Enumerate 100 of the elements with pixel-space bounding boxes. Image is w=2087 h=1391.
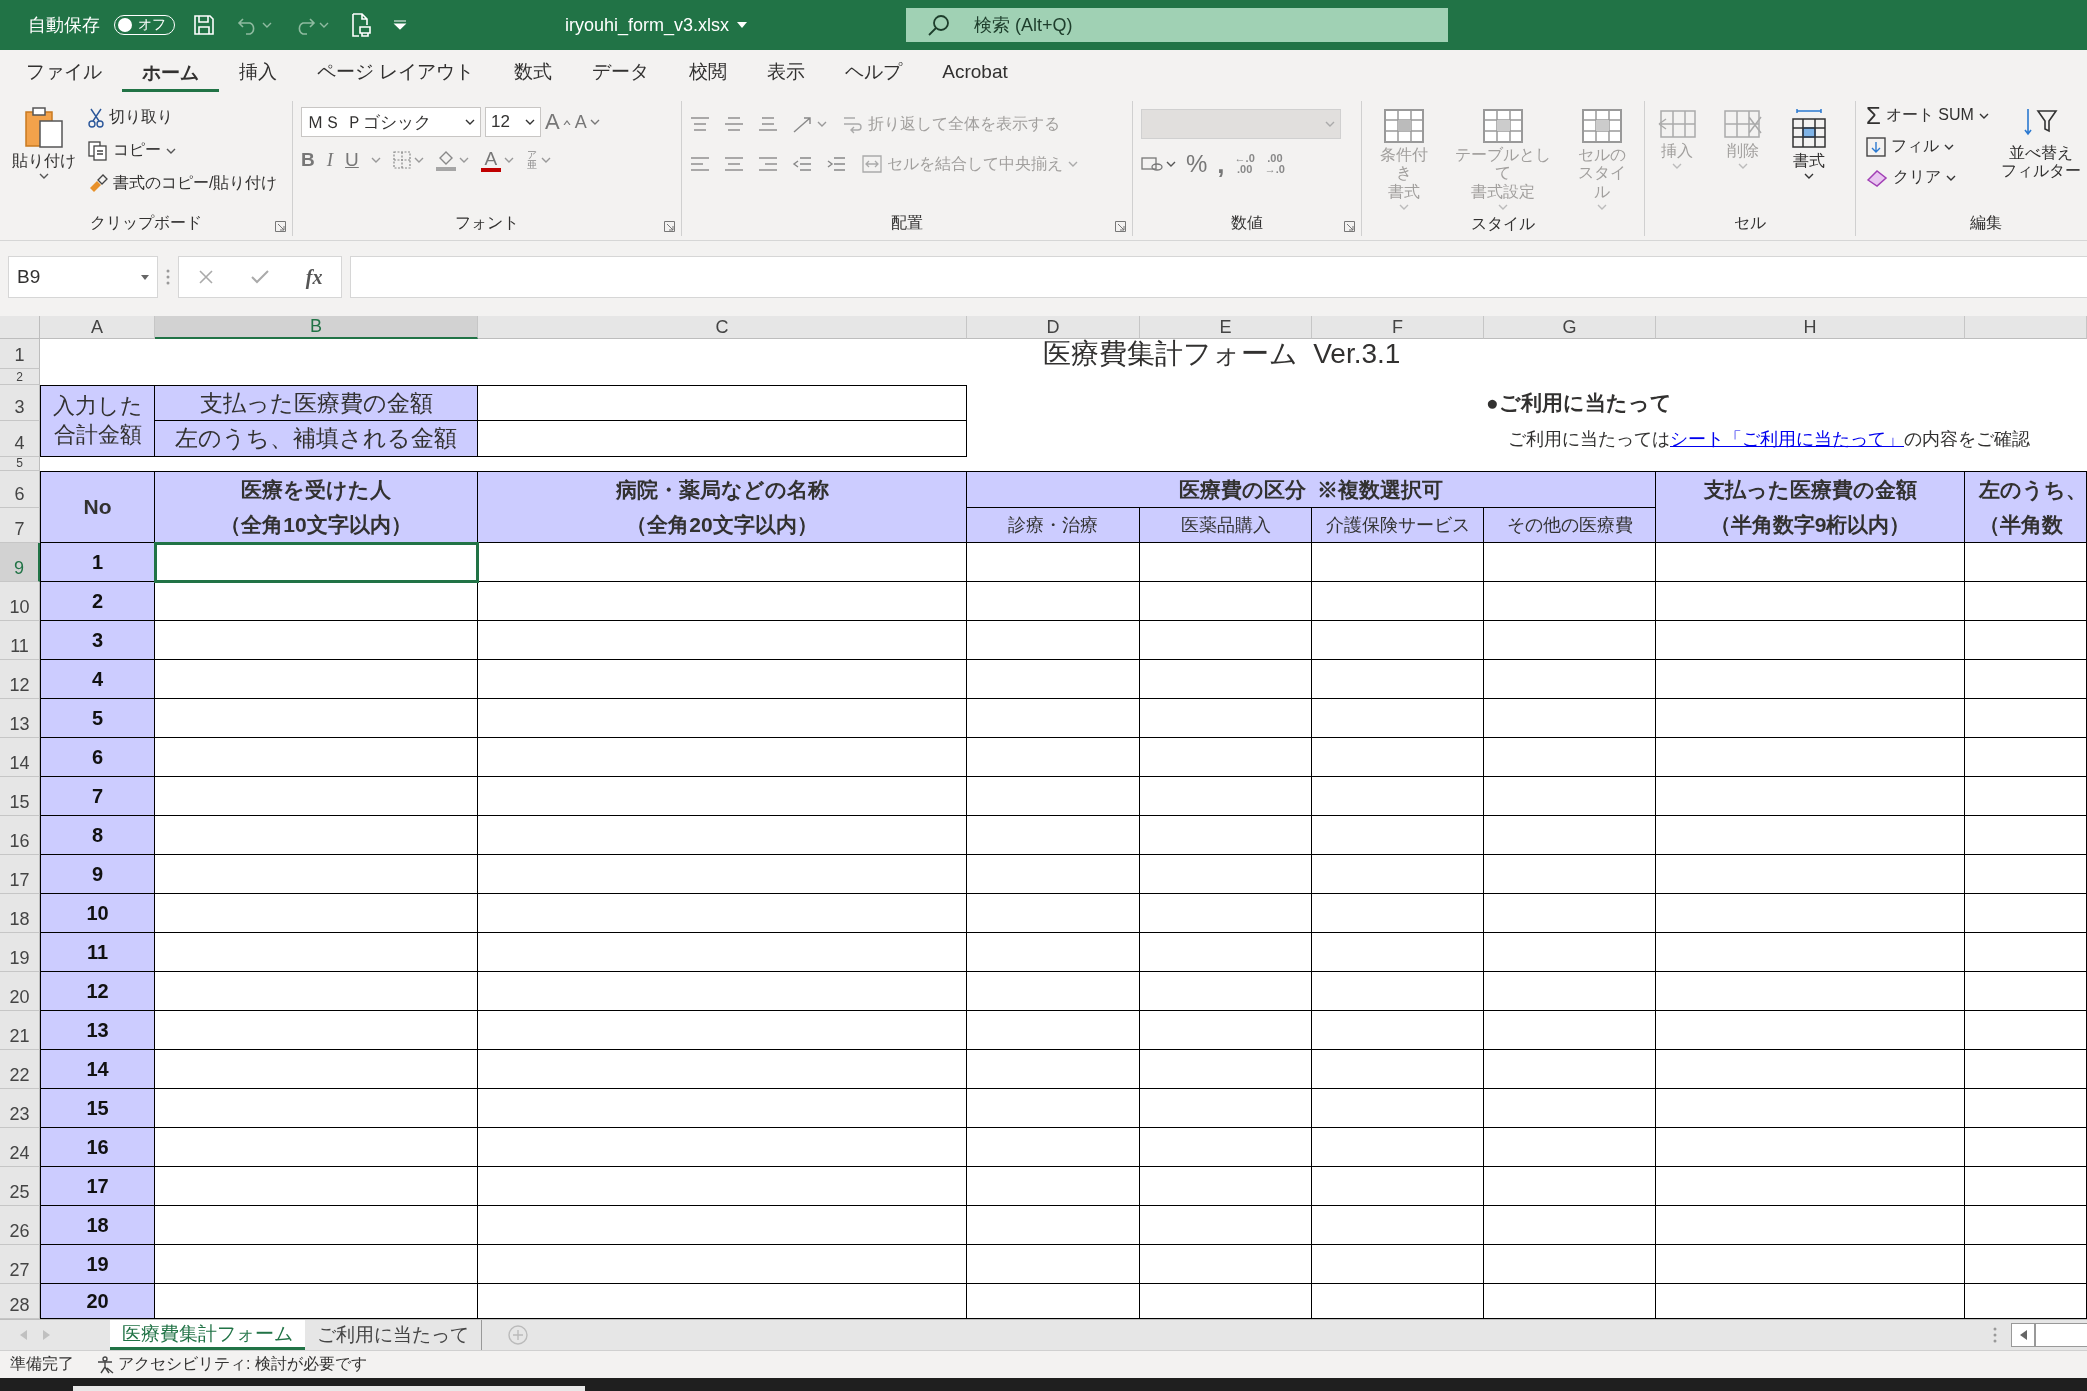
sort-filter-button[interactable]: 並べ替え フィルター xyxy=(1996,101,2085,183)
column-header[interactable]: E xyxy=(1140,316,1312,339)
row-header: 18 xyxy=(0,894,40,933)
table-cell: 左のうち、補填される金額 xyxy=(155,421,478,457)
clear-button[interactable]: クリア xyxy=(1864,163,1991,192)
ribbon-tab[interactable]: 挿入 xyxy=(219,52,297,93)
table-cell: 20 xyxy=(40,1284,155,1319)
column-header[interactable]: A xyxy=(40,316,155,339)
row-header: 15 xyxy=(0,777,40,816)
horizontal-scrollbar[interactable] xyxy=(2035,1323,2087,1347)
right-arrow-icon xyxy=(43,1330,50,1340)
percent-button[interactable]: % xyxy=(1186,150,1208,178)
table-format-icon xyxy=(1483,109,1523,143)
group-label: 編集 xyxy=(1970,212,2002,233)
dialog-launcher-icon xyxy=(664,221,675,232)
column-header[interactable] xyxy=(1965,316,2087,339)
ribbon-tab[interactable]: ファイル xyxy=(6,52,122,93)
dialog-launcher-icon xyxy=(1344,221,1355,232)
format-painter-button[interactable]: 書式のコピー/貼り付け xyxy=(86,169,280,198)
caret-icon xyxy=(1166,161,1176,167)
paint-bucket-icon xyxy=(435,149,456,171)
autosave-label: 自動保存 xyxy=(28,14,100,37)
table-header: 医療費の区分 ※複数選択可 xyxy=(967,471,1656,508)
formula-input[interactable] xyxy=(350,256,2087,298)
table-cell: 18 xyxy=(40,1206,155,1245)
row-header: 5 xyxy=(0,457,40,471)
currency-icon xyxy=(1141,155,1163,173)
column-header[interactable]: F xyxy=(1312,316,1484,339)
fill-button[interactable]: フィル xyxy=(1864,132,1991,161)
ribbon-tab[interactable]: 数式 xyxy=(494,52,573,93)
search-bar[interactable]: 検索 (Alt+Q) xyxy=(906,8,1449,42)
ribbon-tab[interactable]: 表示 xyxy=(747,52,826,93)
autosum-button[interactable]: Σ オート SUM xyxy=(1864,101,1991,130)
underline-button[interactable]: U xyxy=(345,149,359,171)
font-color-button[interactable]: A xyxy=(480,148,514,172)
sheet-tab[interactable]: 医療費集計フォーム xyxy=(110,1320,305,1350)
enter-button[interactable] xyxy=(250,270,269,284)
cancel-button[interactable] xyxy=(197,269,214,285)
search-field[interactable]: 検索 (Alt+Q) xyxy=(972,13,1449,37)
table-cell: 2 xyxy=(40,582,155,621)
select-all-button[interactable] xyxy=(0,316,40,339)
row-header: 7 xyxy=(0,508,40,543)
table-cell: 1 xyxy=(40,543,155,582)
font-size-dropdown[interactable]: 12 xyxy=(485,107,541,137)
table-cell: 8 xyxy=(40,816,155,855)
ribbon-tab[interactable]: ページ レイアウト xyxy=(297,52,495,93)
currency-button[interactable] xyxy=(1141,155,1176,173)
table-cell: 5 xyxy=(40,699,155,738)
ribbon-tab[interactable]: ヘルプ xyxy=(825,52,923,93)
row-header: 24 xyxy=(0,1128,40,1167)
ribbon-tab[interactable]: ホーム xyxy=(122,53,219,92)
column-header[interactable]: C xyxy=(478,316,967,339)
column-header[interactable]: B xyxy=(155,316,478,339)
group-label: 数値 xyxy=(1231,212,1263,233)
plus-icon xyxy=(508,1325,528,1345)
comma-button[interactable]: , xyxy=(1217,151,1225,177)
table-cell: 11 xyxy=(40,933,155,972)
orientation-button[interactable] xyxy=(792,114,827,134)
caret-icon xyxy=(319,22,329,28)
ribbon-tab[interactable]: Acrobat xyxy=(922,54,1028,91)
caret-icon xyxy=(589,119,600,125)
notice-text: ご利用に当たってはシート「ご利用に当たって」の内容をご確認 xyxy=(1507,426,2031,453)
row-header: 6 xyxy=(0,471,40,508)
row-header: 21 xyxy=(0,1011,40,1050)
align-middle-icon xyxy=(724,115,744,133)
sheet-tab[interactable]: ご利用に当たって xyxy=(305,1320,482,1350)
shrink-font-button[interactable]: A xyxy=(574,111,600,133)
insert-function-button[interactable]: fx xyxy=(305,265,323,289)
column-header[interactable]: D xyxy=(967,316,1140,339)
file-name-button[interactable]: iryouhi_form_v3.xlsx xyxy=(565,14,748,36)
borders-button[interactable] xyxy=(392,151,424,169)
format-cells-button[interactable]: 書式 xyxy=(1785,107,1833,182)
table-header: 診療・治療 xyxy=(967,508,1140,543)
name-box[interactable]: B9 xyxy=(8,256,158,298)
sheet-link[interactable]: シート「ご利用に当たって」 xyxy=(1670,427,1904,451)
paste-button[interactable]: 貼り付け xyxy=(8,101,80,182)
row-header: 10 xyxy=(0,582,40,621)
copy-button[interactable]: コピー xyxy=(86,136,280,165)
grow-font-button[interactable]: A xyxy=(545,109,571,135)
italic-button[interactable]: I xyxy=(326,149,334,171)
ribbon-tab[interactable]: データ xyxy=(572,52,670,93)
ribbon-tab[interactable]: 校閲 xyxy=(669,52,748,93)
caret-icon xyxy=(1944,143,1954,150)
column-header[interactable]: H xyxy=(1656,316,1965,339)
row-header: 25 xyxy=(0,1167,40,1206)
table-header: 病院・薬局などの名称 xyxy=(478,471,967,508)
accessibility-button[interactable]: アクセシビリティ: 検討が必要です xyxy=(96,1354,367,1375)
insert-cells-icon xyxy=(1657,109,1697,139)
paintbrush-icon xyxy=(88,173,108,194)
table-header: （全角10文字以内） xyxy=(155,508,478,543)
bold-button[interactable]: B xyxy=(301,149,315,171)
font-name-dropdown[interactable]: ＭＳ Ｐゴシック xyxy=(301,107,481,137)
wrap-text-icon xyxy=(843,114,863,134)
cut-button[interactable]: 切り取り xyxy=(86,103,280,132)
table-header: 医療を受けた人 xyxy=(155,471,478,508)
fill-color-button[interactable] xyxy=(435,149,469,171)
column-header[interactable]: G xyxy=(1484,316,1656,339)
table-cell: 17 xyxy=(40,1167,155,1206)
scroll-left-button[interactable] xyxy=(2011,1323,2035,1347)
table-header: その他の医療費 xyxy=(1484,508,1656,543)
